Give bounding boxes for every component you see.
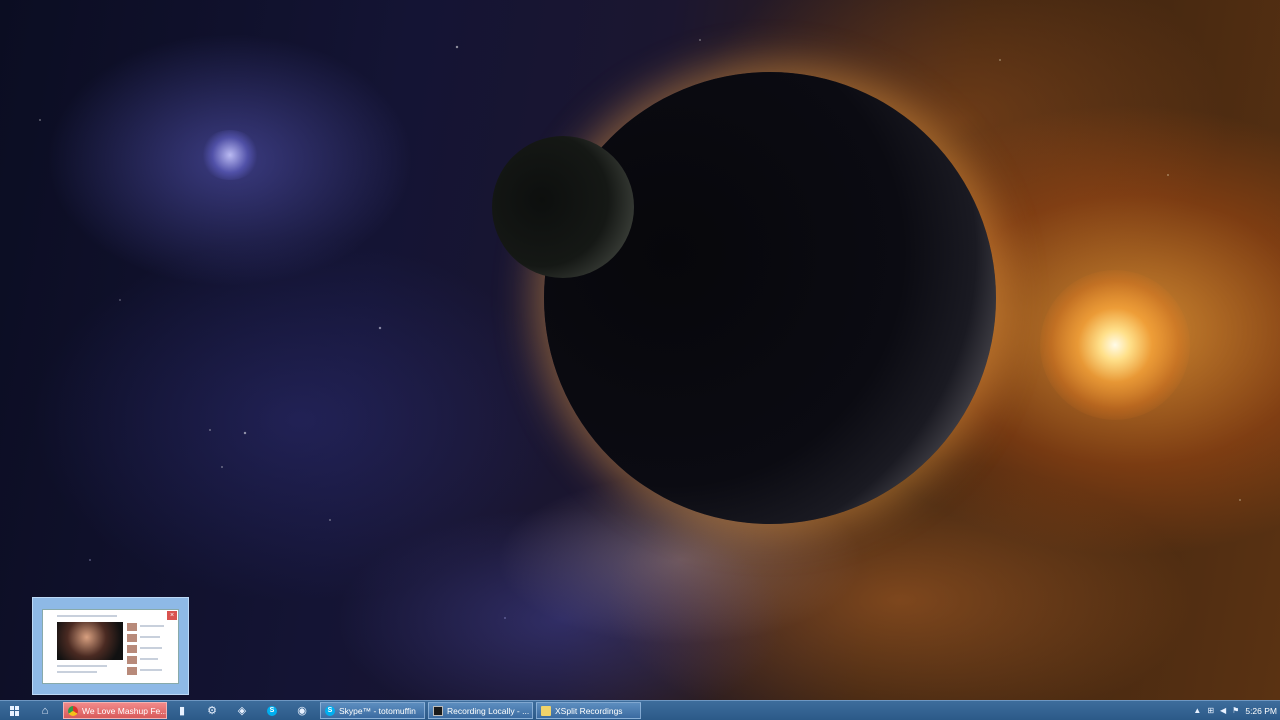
skype-icon[interactable]: S <box>262 703 282 719</box>
preview-close-button[interactable]: × <box>167 611 177 620</box>
skype-icon: S <box>325 705 335 716</box>
preview-line <box>140 647 162 649</box>
preview-thumb <box>127 656 137 664</box>
taskbar-button-recording[interactable]: Recording Locally - ... <box>428 702 533 719</box>
launcher-icon[interactable]: ▮ <box>172 703 192 719</box>
planet <box>544 72 996 524</box>
preview-line <box>140 658 158 660</box>
start-icon[interactable] <box>5 703 25 719</box>
taskbar-button-label: We Love Mashup Fe... <box>82 705 167 716</box>
preview-line <box>57 615 117 617</box>
clock[interactable]: 5:26 PM <box>1245 706 1277 716</box>
preview-video <box>57 622 123 660</box>
preview-window: × <box>42 609 179 684</box>
preview-line <box>140 625 164 627</box>
taskbar-button-label: Recording Locally - ... <box>447 705 530 716</box>
preview-line <box>140 669 162 671</box>
taskbar-button-xsplit[interactable]: XSplit Recordings <box>536 702 641 719</box>
taskbar-button-skype[interactable]: S Skype™ - totomuffin <box>320 702 425 719</box>
desktop-wallpaper <box>0 0 1280 700</box>
nebula-glow <box>200 130 260 180</box>
folder-icon <box>541 705 551 716</box>
taskbar-button-label: Skype™ - totomuffin <box>339 705 416 716</box>
firefox-icon[interactable]: ◉ <box>292 703 312 719</box>
chrome-icon <box>68 705 78 716</box>
taskbar: ⌂ We Love Mashup Fe... ▮ ⚙ ◈ S ◉ S Skype… <box>0 700 1280 720</box>
preview-thumb <box>127 667 137 675</box>
network-icon[interactable]: ⊞ <box>1207 706 1214 715</box>
preview-thumb <box>127 623 137 631</box>
home-icon[interactable]: ⌂ <box>35 703 55 719</box>
taskbar-thumbnail-preview[interactable]: × <box>32 597 189 695</box>
preview-thumb <box>127 634 137 642</box>
sun <box>1040 270 1190 420</box>
system-tray: ▲ ⊞ ◀ ⚑ 5:26 PM <box>1190 706 1280 716</box>
preview-line <box>140 636 160 638</box>
taskbar-button-label: XSplit Recordings <box>555 705 623 716</box>
preview-line <box>57 671 97 673</box>
browser-icon[interactable]: ◈ <box>232 703 252 719</box>
cmd-icon <box>433 705 443 716</box>
preview-line <box>57 665 107 667</box>
tray-arrow-icon[interactable]: ▲ <box>1193 706 1201 715</box>
taskbar-button-chrome[interactable]: We Love Mashup Fe... <box>63 702 167 719</box>
preview-thumb <box>127 645 137 653</box>
steam-icon[interactable]: ⚙ <box>202 703 222 719</box>
flag-icon[interactable]: ⚑ <box>1232 706 1239 715</box>
volume-icon[interactable]: ◀ <box>1220 706 1226 715</box>
moon <box>492 136 634 278</box>
